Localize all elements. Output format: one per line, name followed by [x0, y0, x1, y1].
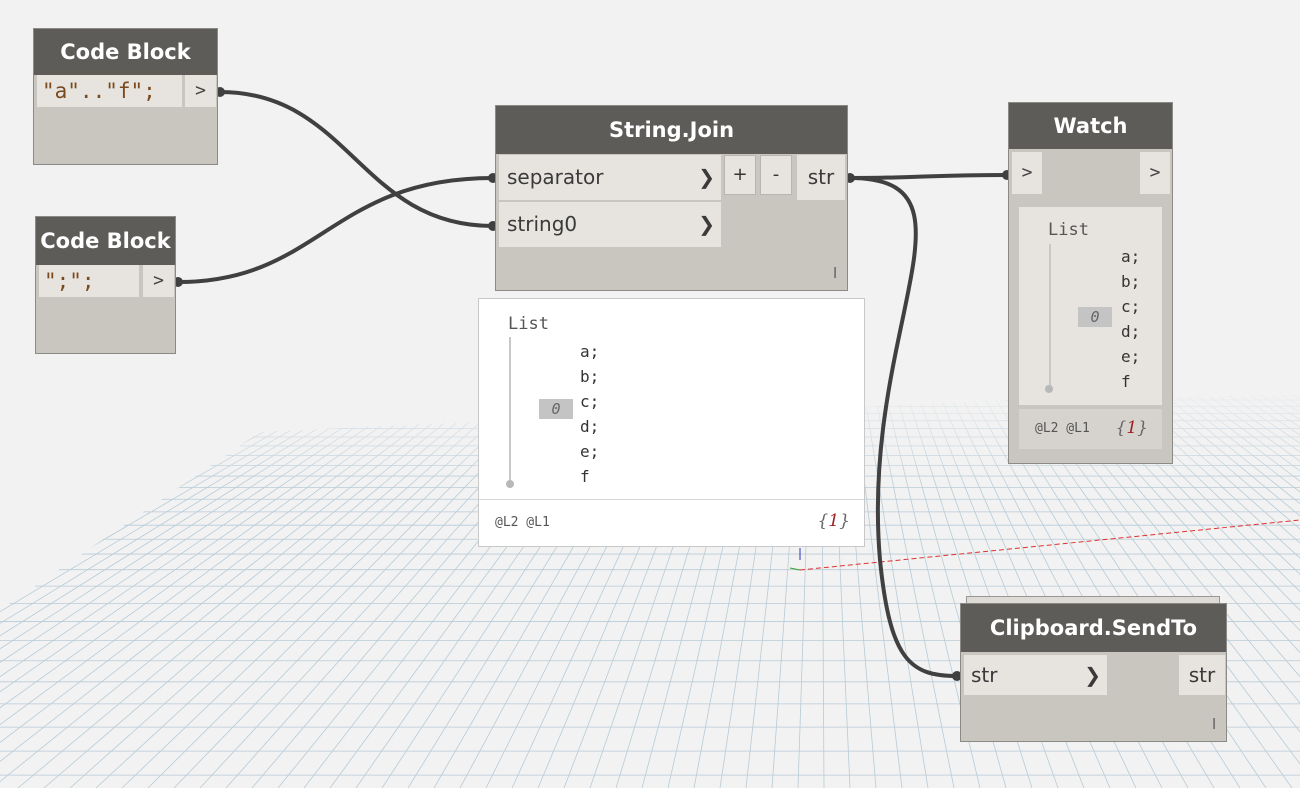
- list-count: {1}: [1115, 418, 1148, 438]
- list-levels: @L2 @L1: [1035, 421, 1090, 436]
- list-index: 0: [539, 399, 573, 419]
- list-item: e;: [1121, 347, 1141, 366]
- list-tree-end: [1045, 385, 1053, 393]
- list-items: a; b; c; d; e; f: [580, 339, 599, 489]
- node-title[interactable]: Watch: [1009, 103, 1172, 149]
- input-port-str[interactable]: str ❯: [964, 655, 1107, 695]
- list-item: b;: [580, 367, 600, 386]
- list-item: d;: [580, 417, 600, 436]
- list-item: d;: [1121, 322, 1141, 341]
- node-title[interactable]: Code Block: [34, 29, 217, 75]
- code-editor[interactable]: ";";: [39, 265, 139, 297]
- wire-codeblock1-string0[interactable]: [219, 90, 494, 228]
- output-port[interactable]: >: [142, 265, 174, 297]
- port-label: separator: [507, 165, 604, 189]
- list-label: List: [1048, 220, 1089, 240]
- list-items: a; b; c; d; e; f: [1121, 244, 1140, 394]
- output-port-str[interactable]: str: [797, 155, 845, 200]
- list-tree-line: [509, 337, 511, 483]
- code-block-node-2[interactable]: Code Block ";"; >: [35, 216, 176, 354]
- list-index: 0: [1078, 307, 1112, 327]
- watch-node[interactable]: Watch > > List 0 a; b; c; d; e; f @L2 @L…: [1008, 102, 1173, 464]
- node-title[interactable]: Clipboard.SendTo: [961, 604, 1226, 652]
- lacing-indicator: l: [1212, 717, 1216, 733]
- input-port-separator[interactable]: separator ❯: [499, 155, 721, 200]
- chevron-right-icon: ❯: [698, 165, 715, 189]
- list-item: f: [580, 467, 590, 486]
- list-item: f: [1121, 372, 1131, 391]
- code-block-node-1[interactable]: Code Block "a".."f"; >: [33, 28, 218, 165]
- port-label: string0: [507, 212, 578, 236]
- list-item: b;: [1121, 272, 1141, 291]
- output-port[interactable]: >: [1140, 152, 1170, 194]
- list-tree-end: [506, 480, 514, 488]
- string-join-preview[interactable]: List 0 a; b; c; d; e; f @L2 @L1 {1}: [478, 298, 865, 547]
- lacing-indicator: l: [833, 266, 837, 282]
- input-port-string0[interactable]: string0 ❯: [499, 202, 721, 247]
- chevron-right-icon: ❯: [698, 212, 715, 236]
- wire-codeblock2-separator[interactable]: [177, 176, 494, 284]
- list-item: e;: [580, 442, 600, 461]
- list-count: {1}: [817, 511, 850, 531]
- list-tree-line: [1049, 244, 1051, 389]
- list-label: List: [508, 314, 549, 334]
- node-title[interactable]: String.Join: [496, 106, 847, 154]
- list-levels: @L2 @L1: [495, 515, 550, 530]
- list-item: c;: [580, 392, 600, 411]
- port-label: str: [971, 663, 998, 687]
- preview-footer-divider: [479, 499, 864, 500]
- list-item: a;: [1121, 247, 1141, 266]
- list-item: a;: [580, 342, 600, 361]
- remove-input-button[interactable]: -: [760, 155, 792, 195]
- watch-footer: @L2 @L1 {1}: [1019, 409, 1162, 449]
- watch-preview[interactable]: List 0 a; b; c; d; e; f: [1019, 207, 1162, 405]
- wire-join-watch[interactable]: [849, 173, 1008, 180]
- clipboard-send-to-node[interactable]: Clipboard.SendTo str ❯ str l: [960, 603, 1227, 742]
- output-port-str[interactable]: str: [1179, 655, 1225, 695]
- string-join-node[interactable]: String.Join separator ❯ string0 ❯ + - st…: [495, 105, 848, 291]
- input-port[interactable]: >: [1012, 152, 1042, 194]
- code-editor[interactable]: "a".."f";: [37, 75, 182, 107]
- list-item: c;: [1121, 297, 1141, 316]
- add-input-button[interactable]: +: [724, 155, 756, 195]
- node-title[interactable]: Code Block: [36, 217, 175, 265]
- output-port[interactable]: >: [184, 75, 216, 107]
- chevron-right-icon: ❯: [1084, 663, 1101, 687]
